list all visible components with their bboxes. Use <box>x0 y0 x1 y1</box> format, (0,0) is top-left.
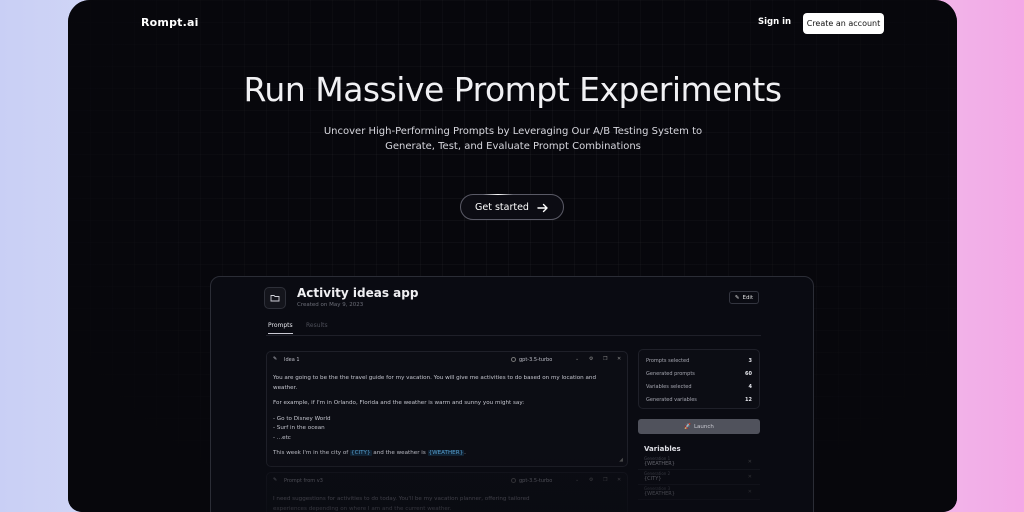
prompt-paragraph: I need suggestions for activities to do … <box>273 496 530 502</box>
stat-label: Generated prompts <box>646 371 695 377</box>
model-select[interactable]: gpt-3.5-turbo <box>511 357 552 363</box>
prompt-card-header: ✎ Prompt from v3 gpt-3.5-turbo ⌄ ⚙ ❐ ✕ <box>273 477 621 487</box>
list-item[interactable]: Generation 3 {WEATHER} ✕ <box>638 485 760 500</box>
folder-icon <box>264 287 286 309</box>
prompt-card: ✎ Idea 1 gpt-3.5-turbo ⌄ ⚙ ❐ ✕ You are g… <box>266 351 628 467</box>
prompt-card: ✎ Prompt from v3 gpt-3.5-turbo ⌄ ⚙ ❐ ✕ I… <box>266 472 628 512</box>
variable-value: {WEATHER} <box>644 461 675 467</box>
copy-icon[interactable]: ❐ <box>603 356 607 362</box>
list-item: - Surf in the ocean <box>273 425 325 431</box>
stat-row: Generated variables 12 <box>646 397 752 403</box>
stat-row: Prompts selected 3 <box>646 358 752 364</box>
close-icon[interactable]: ✕ <box>748 474 752 480</box>
prompt-text[interactable]: I need suggestions for activities to do … <box>273 495 619 512</box>
prompt-paragraph: For example, if I'm in Orlando, Florida … <box>273 400 525 406</box>
page-frame: Rompt.ai Sign in Create an account Run M… <box>68 0 957 512</box>
create-account-button[interactable]: Create an account <box>803 13 884 34</box>
stats-panel: Prompts selected 3 Generated prompts 60 Va… <box>638 349 760 409</box>
resize-handle-icon[interactable]: ◢ <box>619 457 623 463</box>
get-started-button[interactable]: Get started <box>460 194 564 220</box>
hero-title: Run Massive Prompt Experiments <box>243 70 782 109</box>
list-item[interactable]: Generation 1 {WEATHER} ✕ <box>638 455 760 470</box>
stat-row: Variables selected 4 <box>646 384 752 390</box>
button-glow <box>483 194 513 195</box>
variable-value: {CITY} <box>644 476 662 482</box>
edit-button[interactable]: ✎ Edit <box>729 291 759 304</box>
closing-text: and the weather is <box>371 450 428 456</box>
tab-prompts[interactable]: Prompts <box>268 322 293 334</box>
close-icon[interactable]: ✕ <box>748 489 752 495</box>
stat-value: 4 <box>748 384 752 390</box>
rocket-icon: 🚀 <box>684 423 691 430</box>
app-title: Activity ideas app <box>297 286 419 300</box>
launch-button[interactable]: 🚀 Launch <box>638 419 760 434</box>
variables-title: Variables <box>644 445 681 453</box>
stat-label: Variables selected <box>646 384 692 390</box>
pencil-icon[interactable]: ✎ <box>273 356 277 362</box>
prompt-name[interactable]: Idea 1 <box>284 357 300 363</box>
stat-row: Generated prompts 60 <box>646 371 752 377</box>
get-started-label: Get started <box>475 201 529 213</box>
stat-label: Prompts selected <box>646 358 690 364</box>
variable-tag: {WEATHER} <box>427 450 465 456</box>
launch-label: Launch <box>693 423 714 430</box>
prompt-list: - Go to Disney World - Surf in the ocean… <box>273 415 619 444</box>
variable-value: {WEATHER} <box>644 491 675 497</box>
model-label: gpt-3.5-turbo <box>519 478 553 484</box>
close-icon[interactable]: ✕ <box>748 459 752 465</box>
chevron-down-icon[interactable]: ⌄ <box>575 477 579 483</box>
tab-bar: Prompts Results <box>266 322 761 336</box>
tab-results[interactable]: Results <box>306 322 328 329</box>
closing-text: . <box>464 450 466 456</box>
model-label: gpt-3.5-turbo <box>519 357 553 363</box>
chevron-down-icon[interactable]: ⌄ <box>575 356 579 362</box>
copy-icon[interactable]: ❐ <box>603 477 607 483</box>
prompt-text[interactable]: You are going to be the the travel guide… <box>273 374 619 465</box>
close-icon[interactable]: ✕ <box>617 356 621 362</box>
list-item: - Go to Disney World <box>273 415 331 422</box>
model-select[interactable]: gpt-3.5-turbo <box>511 478 552 484</box>
sign-in-link[interactable]: Sign in <box>758 17 791 27</box>
prompt-paragraph: You are going to be the the travel guide… <box>273 375 596 391</box>
prompt-paragraph: experiences depending on where I am and … <box>273 505 452 512</box>
stat-value: 12 <box>745 397 752 403</box>
edit-label: Edit <box>742 294 754 301</box>
list-item[interactable]: Generation 2 {CITY} ✕ <box>638 470 760 485</box>
list-item: - ...etc <box>273 434 291 441</box>
prompt-name[interactable]: Prompt from v3 <box>284 478 323 484</box>
app-preview: Activity ideas app Created on May 9, 202… <box>210 276 814 512</box>
variable-tag: {CITY} <box>350 450 372 456</box>
app-created-date: Created on May 9, 2023 <box>297 302 364 308</box>
closing-text: This week I'm in the city of <box>273 450 351 456</box>
top-nav: Rompt.ai Sign in Create an account <box>68 13 957 35</box>
model-icon <box>511 478 516 483</box>
close-icon[interactable]: ✕ <box>617 477 621 483</box>
prompt-closing: This week I'm in the city of {CITY} and … <box>273 449 619 459</box>
arrow-right-icon <box>537 203 548 213</box>
model-icon <box>511 357 516 362</box>
hero-subtitle: Uncover High-Performing Prompts by Lever… <box>323 126 703 152</box>
edit-icon: ✎ <box>734 294 740 301</box>
stat-value: 60 <box>745 371 752 377</box>
stat-value: 3 <box>748 358 752 364</box>
logo[interactable]: Rompt.ai <box>141 16 199 29</box>
pencil-icon[interactable]: ✎ <box>273 477 277 483</box>
prompt-card-header: ✎ Idea 1 gpt-3.5-turbo ⌄ ⚙ ❐ ✕ <box>273 356 621 366</box>
gear-icon[interactable]: ⚙ <box>589 477 593 483</box>
gear-icon[interactable]: ⚙ <box>589 356 593 362</box>
variables-list: Generation 1 {WEATHER} ✕ Generation 2 {C… <box>638 455 760 500</box>
stat-label: Generated variables <box>646 397 697 403</box>
